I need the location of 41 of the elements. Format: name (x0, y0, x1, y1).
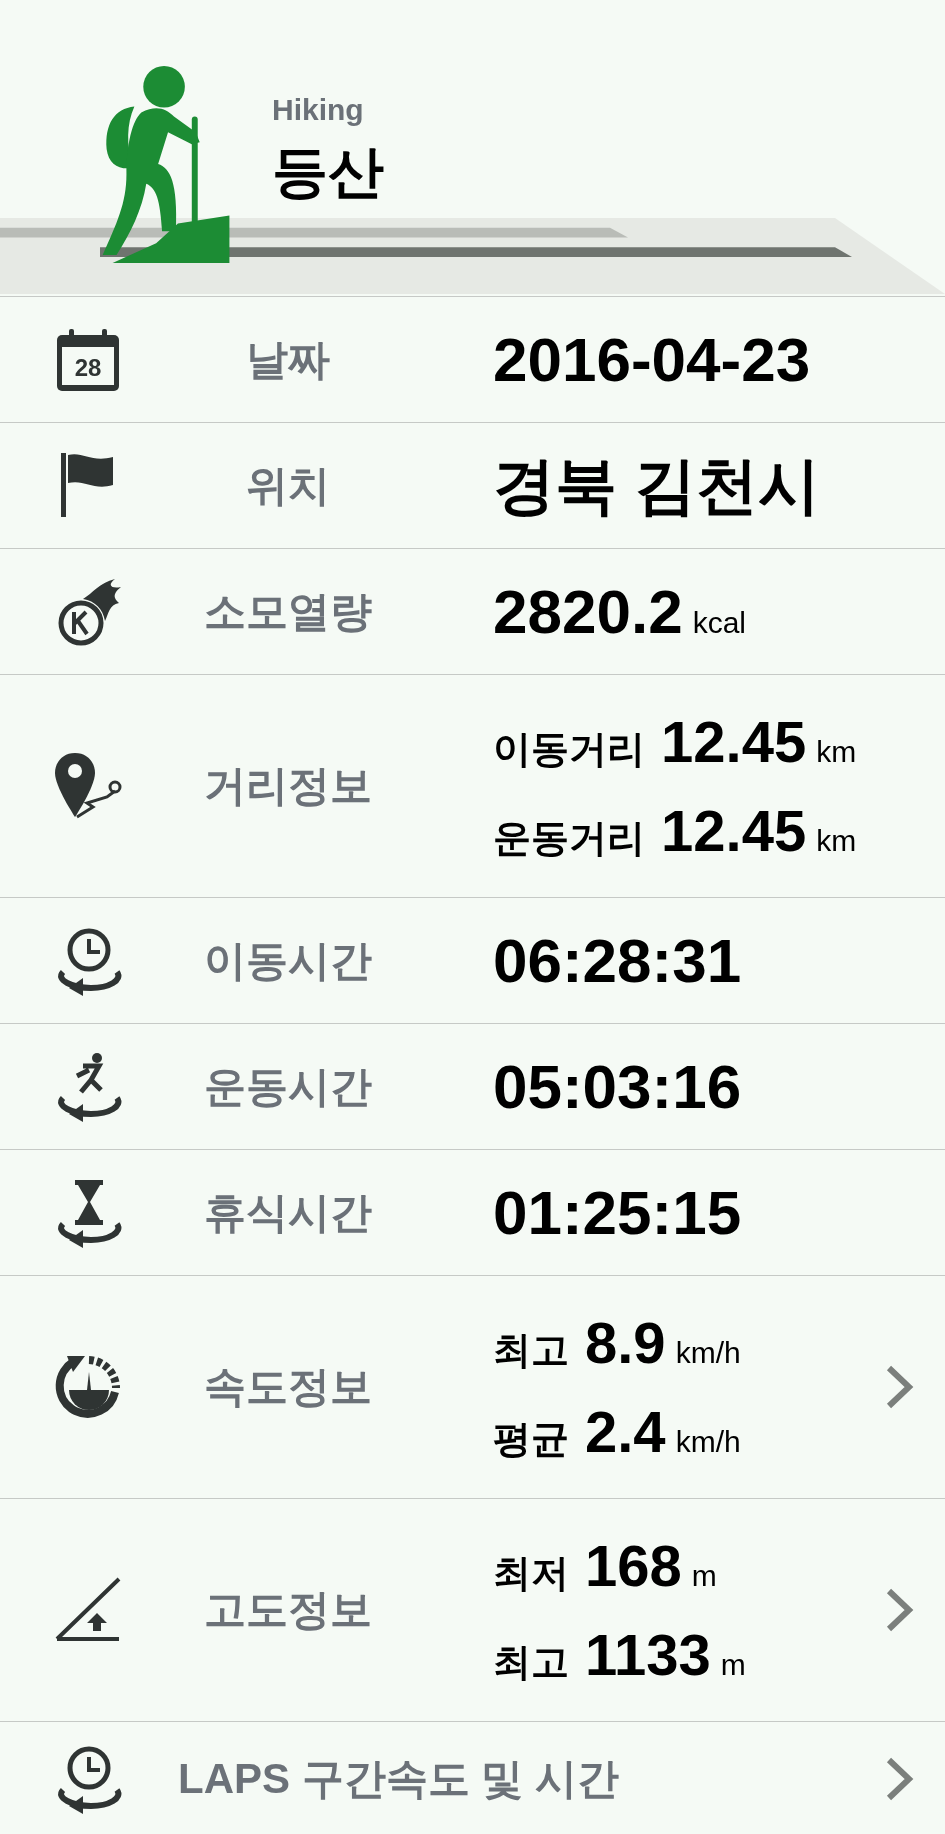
laps-link[interactable]: LAPS 구간속도 및 시간 (176, 1751, 855, 1807)
row-value: 06:28:31 (493, 925, 742, 996)
header-title: 등산 (272, 139, 384, 205)
row-value: 8.9 (585, 1309, 666, 1376)
unit-label: km/h (675, 1425, 741, 1459)
unit-label: m (691, 1559, 717, 1593)
row-label: 고도정보 (204, 1585, 372, 1635)
header-subtitle: Hiking (272, 93, 365, 127)
sub-label: 최저 (493, 1551, 569, 1596)
sub-label: 최고 (493, 1640, 569, 1685)
chevron-icon[interactable] (885, 1587, 915, 1633)
unit-label: km/h (675, 1336, 741, 1370)
row-label: 운동시간 (204, 1061, 372, 1112)
row-label: 휴식시간 (204, 1187, 372, 1238)
row-value: 168 (585, 1532, 682, 1599)
unit-label: km (816, 824, 857, 858)
row-value: 12.45 (661, 797, 807, 864)
sub-label: 최고 (493, 1328, 569, 1373)
row-label: 거리정보 (204, 761, 372, 811)
sub-label: 이동거리 (493, 727, 645, 772)
row-value: 01:25:15 (493, 1177, 742, 1248)
map-pin-icon (53, 751, 123, 821)
row-value: 2.4 (585, 1398, 666, 1465)
row-value: 05:03:16 (493, 1051, 742, 1122)
unit-label: m (720, 1648, 746, 1682)
chevron-icon[interactable] (885, 1756, 915, 1802)
row-value: 12.45 (661, 708, 807, 775)
row-value: 경북 김천시 (493, 449, 821, 522)
row-label: 이동시간 (204, 935, 372, 986)
row-label: 날짜 (246, 334, 330, 385)
row-label: 소모열량 (204, 586, 372, 637)
sub-label: 운동거리 (493, 816, 645, 861)
row-value: 1133 (585, 1621, 711, 1688)
unit-label: km (816, 735, 857, 769)
row-label: 속도정보 (204, 1362, 372, 1412)
row-label: 위치 (246, 460, 330, 511)
unit-label: kcal (692, 606, 746, 640)
row-value: 2820.2 (493, 576, 683, 647)
row-value: 2016-04-23 (493, 324, 811, 395)
sub-label: 평균 (493, 1417, 569, 1462)
chevron-icon[interactable] (885, 1364, 915, 1410)
